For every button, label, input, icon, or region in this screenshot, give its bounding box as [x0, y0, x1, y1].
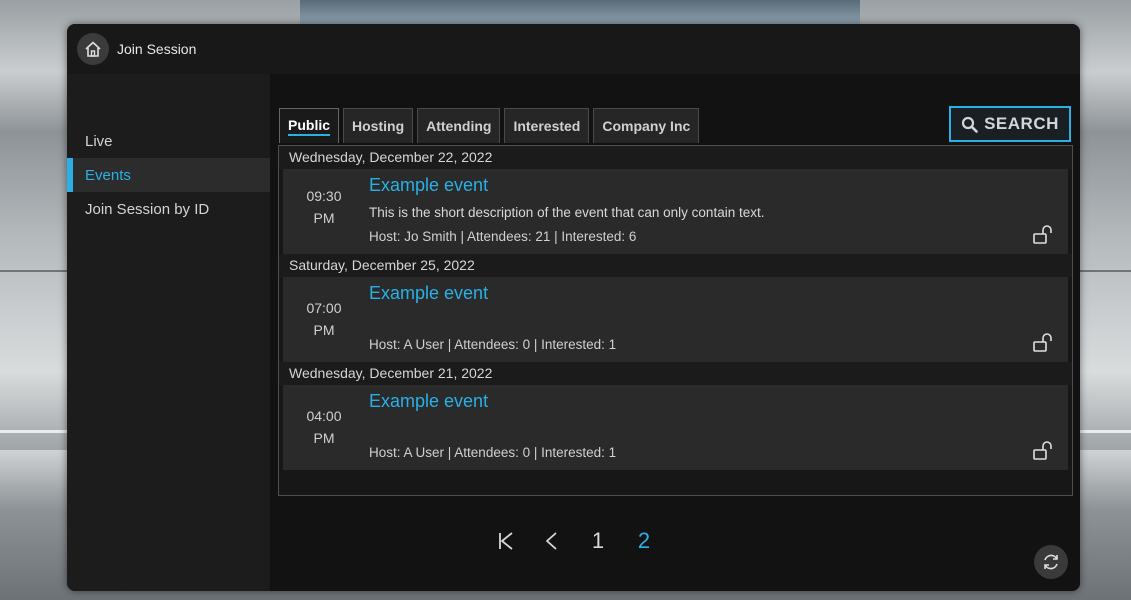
environment-light [0, 430, 67, 433]
date-header: Saturday, December 25, 2022 [279, 254, 1072, 277]
sidebar-item-events[interactable]: Events [67, 158, 270, 192]
sidebar: Live Events Join Session by ID [67, 74, 270, 591]
tab-hosting[interactable]: Hosting [343, 108, 414, 143]
event-time-period: PM [313, 210, 335, 226]
environment-line [0, 270, 67, 272]
refresh-icon [1044, 554, 1058, 570]
tab-label: Company Inc [602, 118, 691, 134]
tab-company-inc[interactable]: Company Inc [593, 108, 700, 143]
date-header: Wednesday, December 22, 2022 [279, 146, 1072, 169]
sidebar-item-live[interactable]: Live [67, 124, 270, 158]
date-header: Wednesday, December 21, 2022 [279, 362, 1072, 385]
sidebar-item-label: Live [85, 132, 113, 150]
tab-label: Attending [426, 118, 492, 134]
environment-skylight [300, 0, 860, 24]
home-button[interactable] [77, 33, 109, 65]
tab-public[interactable]: Public [279, 108, 340, 143]
event-row[interactable]: 09:30 PM Example event This is the short… [283, 169, 1068, 254]
event-host-info: Host: A User | Attendees: 0 | Interested… [369, 445, 617, 460]
pagination: 1 2 [496, 528, 654, 554]
page-2-button[interactable]: 2 [634, 528, 654, 554]
search-icon [961, 116, 978, 133]
tab-label: Interested [513, 118, 581, 134]
page-1-button[interactable]: 1 [588, 528, 608, 554]
event-time-value: 04:00 [306, 408, 342, 424]
event-time: 09:30 PM [283, 185, 365, 229]
event-time-value: 09:30 [306, 188, 342, 204]
event-host-info: Host: Jo Smith | Attendees: 21 | Interes… [369, 229, 637, 244]
previous-page-icon[interactable] [542, 530, 562, 552]
event-row[interactable]: 04:00 PM Example event Host: A User | At… [283, 385, 1068, 470]
unlocked-padlock-icon [1033, 333, 1052, 352]
tab-label: Hosting [352, 118, 405, 134]
main-content: Public Hosting Attending Interested Comp… [270, 74, 1080, 591]
home-icon [85, 41, 101, 57]
tab-attending[interactable]: Attending [417, 108, 501, 143]
unlocked-padlock-icon [1033, 225, 1052, 244]
tab-interested[interactable]: Interested [504, 108, 590, 143]
join-session-window: Join Session Live Events Join Session by… [67, 24, 1080, 591]
event-time: 04:00 PM [283, 405, 365, 449]
window-title: Join Session [117, 41, 197, 57]
event-title[interactable]: Example event [369, 283, 488, 304]
event-list[interactable]: Wednesday, December 22, 2022 09:30 PM Ex… [278, 145, 1073, 496]
tab-label: Public [288, 117, 331, 136]
unlocked-padlock-icon [1033, 441, 1052, 460]
event-time-period: PM [313, 430, 335, 446]
event-time-value: 07:00 [306, 300, 342, 316]
title-bar: Join Session [67, 24, 1080, 74]
event-row[interactable]: 07:00 PM Example event Host: A User | At… [283, 277, 1068, 362]
environment-line [1080, 270, 1131, 272]
event-title[interactable]: Example event [369, 175, 488, 196]
search-button[interactable]: SEARCH [949, 106, 1071, 142]
sidebar-item-label: Events [85, 166, 131, 184]
first-page-icon[interactable] [496, 530, 516, 552]
sidebar-item-join-session-by-id[interactable]: Join Session by ID [67, 192, 270, 226]
sidebar-item-label: Join Session by ID [85, 200, 210, 218]
environment-light [1080, 430, 1131, 433]
event-host-info: Host: A User | Attendees: 0 | Interested… [369, 337, 617, 352]
refresh-button[interactable] [1034, 545, 1068, 579]
event-description: This is the short description of the eve… [369, 205, 765, 220]
event-title[interactable]: Example event [369, 391, 488, 412]
event-time: 07:00 PM [283, 297, 365, 341]
tab-bar: Public Hosting Attending Interested Comp… [279, 108, 700, 143]
search-label: SEARCH [984, 114, 1059, 133]
event-time-period: PM [313, 322, 335, 338]
